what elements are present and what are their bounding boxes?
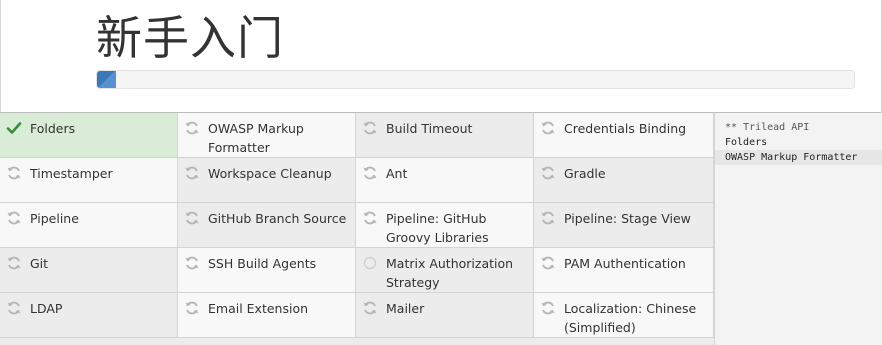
refresh-icon (184, 165, 200, 181)
plugin-name: Localization: Chinese (Simplified) (564, 301, 697, 335)
plugin-name: Ant (386, 166, 408, 181)
plugin-item: Git (0, 248, 178, 293)
plugin-item: Credentials Binding (534, 113, 714, 158)
plugin-item: Email Extension (178, 293, 356, 338)
refresh-icon (362, 300, 378, 316)
plugin-item: Pipeline: Stage View (534, 203, 714, 248)
plugin-item: GitHub Branch Source (178, 203, 356, 248)
plugin-item: Timestamper (0, 158, 178, 203)
plugin-name: SSH Build Agents (208, 256, 317, 271)
plugin-item: Folders (0, 113, 178, 158)
plugin-grid: Folders OWASP Markup Formatter Build Timeo… (0, 113, 714, 345)
plugin-item: Workspace Cleanup (178, 158, 356, 203)
refresh-icon (6, 165, 22, 181)
plugin-name: GitHub Branch Source (208, 211, 347, 226)
log-line: ** Trilead API (725, 122, 810, 133)
plugin-name: OWASP Markup Formatter (208, 121, 304, 155)
plugin-name: LDAP (30, 301, 63, 316)
refresh-icon (6, 255, 22, 271)
plugin-name: Pipeline: GitHub Groovy Libraries (386, 211, 489, 245)
plugin-name: Workspace Cleanup (208, 166, 332, 181)
check-icon (6, 120, 22, 136)
plugin-name: Mailer (386, 301, 425, 316)
plugin-item: Pipeline (0, 203, 178, 248)
install-log-panel: ** Trilead API Folders OWASP Markup Format… (714, 113, 882, 345)
refresh-icon (184, 300, 200, 316)
plugin-grid-footer (0, 338, 714, 345)
refresh-icon (184, 210, 200, 226)
plugin-item: Ant (356, 158, 534, 203)
plugin-name: Pipeline (30, 211, 79, 226)
refresh-icon (362, 120, 378, 136)
plugin-name: Build Timeout (386, 121, 473, 136)
refresh-icon (6, 300, 22, 316)
plugin-item: LDAP (0, 293, 178, 338)
refresh-icon (362, 210, 378, 226)
plugin-name: Pipeline: Stage View (564, 211, 691, 226)
refresh-icon (184, 120, 200, 136)
refresh-icon (540, 300, 556, 316)
header: 新手入门 (0, 0, 882, 113)
plugin-name: Git (30, 256, 49, 271)
refresh-icon (540, 255, 556, 271)
plugin-name: Gradle (564, 166, 606, 181)
log-line: OWASP Markup Formatter (715, 150, 882, 165)
circle-icon (362, 255, 378, 271)
plugin-name: Credentials Binding (564, 121, 687, 136)
refresh-icon (540, 165, 556, 181)
plugin-item: Pipeline: GitHub Groovy Libraries (356, 203, 534, 248)
plugin-item: Localization: Chinese (Simplified) (534, 293, 714, 338)
plugin-item: Build Timeout (356, 113, 534, 158)
plugin-item: Matrix Authorization Strategy (356, 248, 534, 293)
page-title: 新手入门 (96, 11, 284, 65)
refresh-icon (540, 120, 556, 136)
install-progress-bar (96, 70, 855, 89)
install-progress-fill (97, 71, 116, 88)
plugin-item: SSH Build Agents (178, 248, 356, 293)
plugin-name: Timestamper (30, 166, 113, 181)
refresh-icon (6, 210, 22, 226)
plugin-item: Gradle (534, 158, 714, 203)
plugin-name: Matrix Authorization Strategy (386, 256, 514, 290)
refresh-icon (184, 255, 200, 271)
log-line: Folders (725, 137, 768, 148)
refresh-icon (540, 210, 556, 226)
plugin-name: Folders (30, 121, 76, 136)
plugin-item: PAM Authentication (534, 248, 714, 293)
plugin-item: OWASP Markup Formatter (178, 113, 356, 158)
plugin-item: Mailer (356, 293, 534, 338)
refresh-icon (362, 165, 378, 181)
plugin-name: Email Extension (208, 301, 309, 316)
plugin-name: PAM Authentication (564, 256, 686, 271)
